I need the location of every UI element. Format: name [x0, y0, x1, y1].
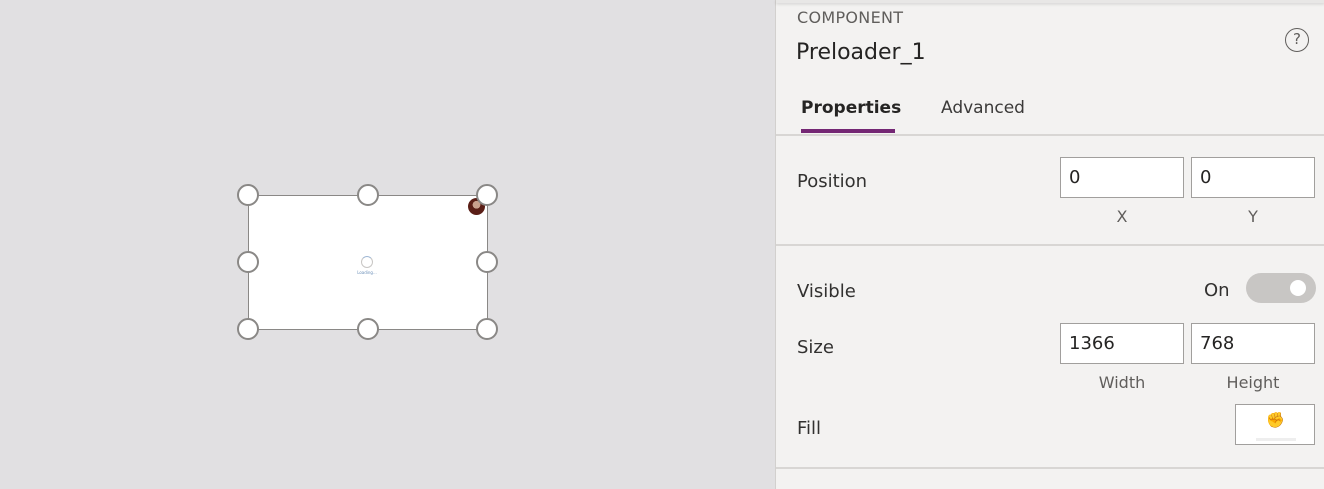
loading-text: Loading...: [357, 270, 377, 275]
toggle-knob: [1290, 280, 1306, 296]
tab-advanced[interactable]: Advanced: [941, 98, 1025, 118]
visible-state-text: On: [1204, 280, 1230, 301]
size-width-caption: Width: [1098, 373, 1146, 392]
position-y-input[interactable]: 0: [1191, 157, 1315, 198]
position-y-caption: Y: [1248, 207, 1258, 226]
size-label: Size: [797, 337, 834, 358]
position-label: Position: [797, 171, 868, 192]
visible-label: Visible: [797, 281, 856, 302]
component-name[interactable]: Preloader_1: [796, 40, 926, 65]
component-type-label: COMPONENT: [797, 8, 904, 27]
fill-color-swatch: [1256, 438, 1296, 441]
design-canvas[interactable]: Loading...: [0, 0, 775, 489]
resize-handle-right[interactable]: [476, 251, 498, 273]
fill-label: Fill: [797, 418, 822, 439]
divider: [776, 134, 1324, 136]
size-width-input[interactable]: 1366: [1060, 323, 1184, 364]
size-height-input[interactable]: 768: [1191, 323, 1315, 364]
resize-handle-top-left[interactable]: [237, 184, 259, 206]
resize-handle-left[interactable]: [237, 251, 259, 273]
visible-toggle[interactable]: [1246, 273, 1316, 303]
loading-spinner-icon: [361, 256, 373, 268]
help-icon[interactable]: ?: [1285, 28, 1309, 52]
fill-color-picker[interactable]: ✊: [1235, 404, 1315, 445]
size-height-caption: Height: [1226, 373, 1280, 392]
resize-handle-top-right[interactable]: [476, 184, 498, 206]
position-x-caption: X: [1116, 207, 1128, 226]
paint-bucket-icon: ✊: [1266, 411, 1285, 429]
resize-handle-top[interactable]: [357, 184, 379, 206]
properties-panel: COMPONENT Preloader_1 ? Properties Advan…: [775, 0, 1324, 489]
panel-top-edge: [776, 0, 1324, 3]
resize-handle-bottom-right[interactable]: [476, 318, 498, 340]
divider: [776, 467, 1324, 469]
active-tab-indicator: [801, 129, 895, 133]
position-x-input[interactable]: 0: [1060, 157, 1184, 198]
divider: [776, 244, 1324, 246]
resize-handle-bottom-left[interactable]: [237, 318, 259, 340]
tab-properties[interactable]: Properties: [801, 98, 901, 118]
resize-handle-bottom[interactable]: [357, 318, 379, 340]
